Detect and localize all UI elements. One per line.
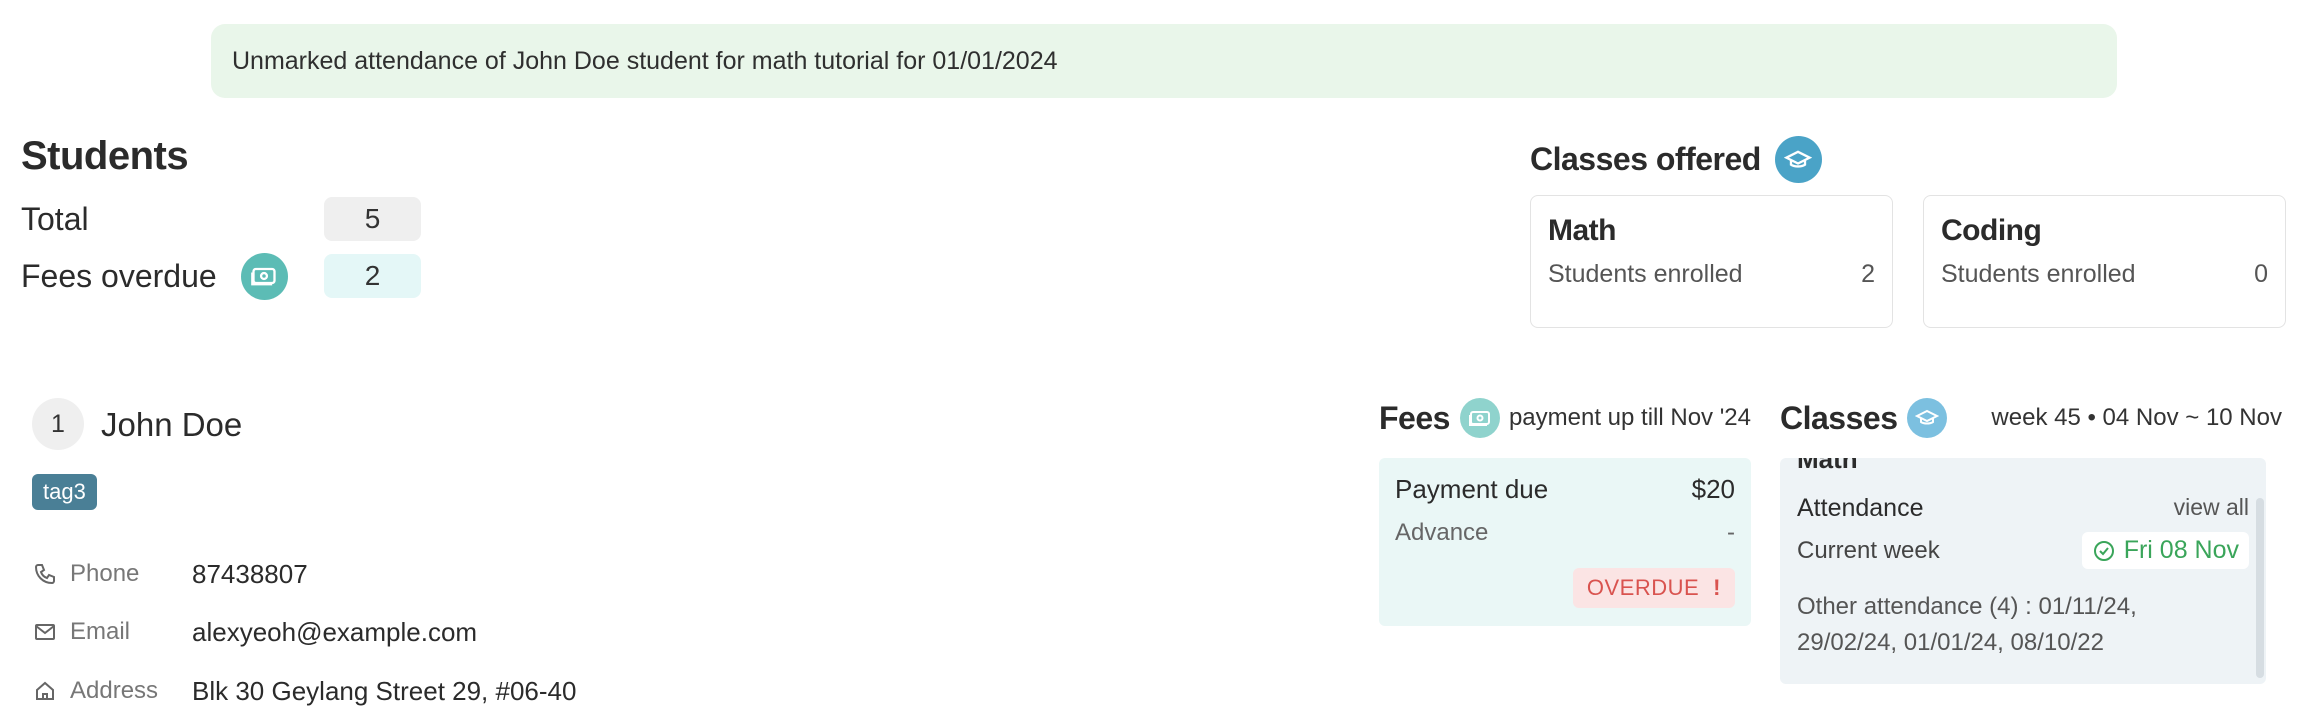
classes-offered-label: Classes offered	[1530, 141, 1761, 177]
current-week-date: Fri 08 Nov	[2123, 536, 2239, 564]
address-label: Address	[70, 677, 159, 704]
student-name[interactable]: John Doe	[101, 406, 242, 444]
fees-period: payment up till Nov '24	[1508, 404, 1751, 431]
overdue-badge: OVERDUE !	[1572, 568, 1735, 608]
fees-panel: Payment due $20 Advance - OVERDUE !	[1379, 458, 1751, 626]
phone-label: Phone	[70, 560, 140, 587]
current-week-date-pill: Fri 08 Nov	[2081, 532, 2249, 569]
total-students-value: 5	[324, 197, 421, 241]
class-card-math[interactable]: Math Students enrolled 2	[1530, 195, 1893, 328]
overdue-text: OVERDUE	[1586, 575, 1700, 600]
class-name: Coding	[1941, 214, 2042, 247]
fees-title: Fees	[1379, 399, 1450, 436]
exclamation-icon: !	[1713, 575, 1721, 600]
classes-title: Classes	[1780, 399, 1898, 436]
classes-header: Classes week 45 • 04 Nov ~ 10 Nov	[1780, 396, 2282, 440]
phone-value: 87438807	[192, 558, 308, 589]
graduation-cap-icon	[1907, 398, 1948, 438]
fees-header: Fees payment up till Nov '24	[1379, 396, 1751, 440]
money-icon	[1459, 398, 1500, 438]
email-label: Email	[70, 618, 131, 645]
payment-due-label: Payment due	[1395, 474, 1549, 504]
class-card-coding[interactable]: Coding Students enrolled 0	[1923, 195, 2286, 328]
mail-icon	[32, 619, 58, 645]
view-all-link[interactable]: view all	[2174, 494, 2249, 523]
graduation-cap-icon	[1774, 136, 1822, 183]
result-message-banner: Unmarked attendance of John Doe student …	[211, 24, 2117, 98]
students-enrolled-label: Students enrolled	[1941, 260, 2136, 288]
address-row: Address Blk 30 Geylang Street 29, #06-40	[32, 673, 576, 709]
classes-panel: Math Attendance view all Current week Fr…	[1780, 458, 2266, 684]
students-enrolled-label: Students enrolled	[1548, 260, 1743, 288]
email-value: alexyeoh@example.com	[192, 616, 478, 647]
payment-due-value: $20	[1691, 474, 1735, 504]
address-value: Blk 30 Geylang Street 29, #06-40	[192, 675, 577, 706]
total-students-row: Total	[21, 196, 89, 242]
advance-label: Advance	[1395, 519, 1489, 546]
scrollbar[interactable]	[2256, 498, 2264, 678]
classes-offered-title: Classes offered	[1530, 136, 1822, 183]
attendance-label: Attendance	[1797, 494, 1924, 522]
students-enrolled-count: 0	[2254, 260, 2268, 288]
student-tag: tag3	[32, 474, 97, 510]
result-message-text: Unmarked attendance of John Doe student …	[232, 46, 1058, 75]
class-name: Math	[1548, 214, 1617, 247]
phone-row: Phone 87438807	[32, 556, 308, 592]
class-name: Math	[1797, 458, 1858, 474]
students-enrolled-count: 2	[1861, 260, 1875, 288]
fees-overdue-row: Fees overdue	[21, 252, 288, 300]
check-circle-icon	[2093, 540, 2114, 561]
home-icon	[32, 678, 58, 704]
money-icon	[240, 252, 288, 300]
total-label: Total	[21, 200, 89, 237]
week-range: week 45 • 04 Nov ~ 10 Nov	[1991, 404, 2282, 431]
fees-overdue-label: Fees overdue	[21, 257, 217, 294]
fees-overdue-value: 2	[324, 254, 421, 298]
students-title: Students	[21, 134, 189, 178]
other-attendance: Other attendance (4) : 01/11/24, 29/02/2…	[1797, 593, 2137, 656]
current-week-label: Current week	[1797, 536, 1940, 564]
student-index: 1	[32, 398, 84, 450]
phone-icon	[32, 561, 58, 587]
email-row: Email alexyeoh@example.com	[32, 614, 477, 650]
advance-value: -	[1727, 519, 1735, 546]
